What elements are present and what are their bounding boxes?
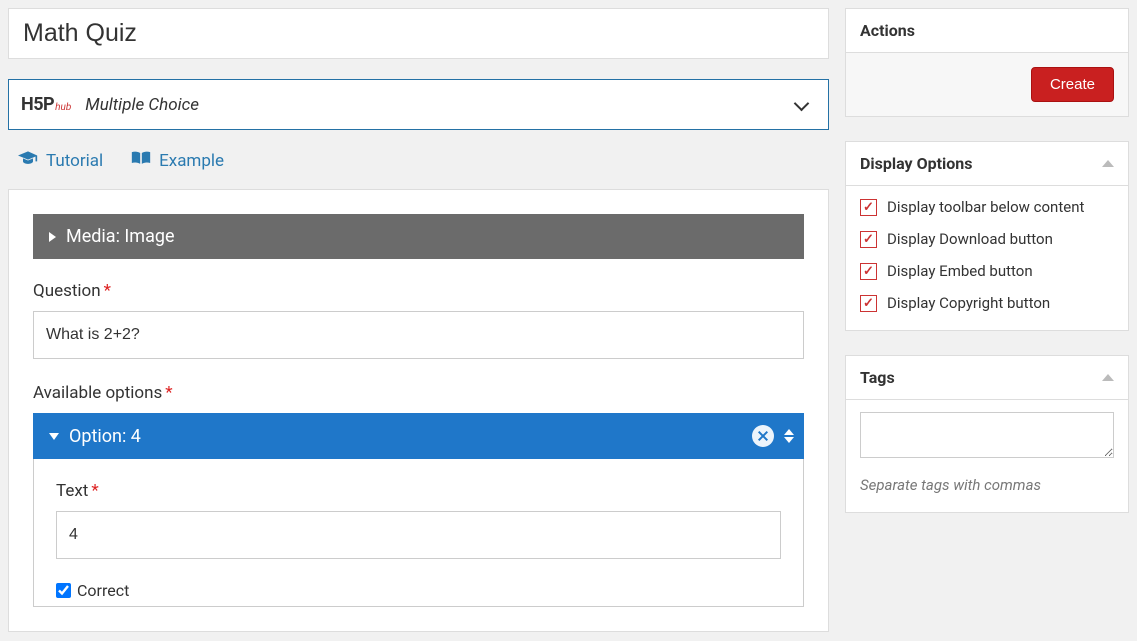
correct-checkbox-row[interactable]: Correct [56,581,781,600]
actions-title: Actions [846,9,1128,53]
required-asterisk: * [104,281,111,301]
content-type-selector[interactable]: H5Phub Multiple Choice [8,79,829,130]
actions-body: Create [846,53,1128,116]
display-options-box: Display Options Display toolbar below co… [845,141,1129,331]
display-option-toolbar[interactable]: Display toolbar below content [860,198,1114,216]
required-asterisk: * [91,481,98,501]
checkbox-icon [860,231,877,248]
caret-down-icon [49,433,59,440]
h5p-hub-logo: H5Phub [21,94,71,115]
display-option-label: Display toolbar below content [887,198,1084,216]
required-asterisk: * [165,383,172,403]
question-label: Question* [33,281,804,301]
tutorial-link[interactable]: Tutorial [18,150,103,171]
example-label: Example [159,151,224,171]
option-body: Text* Correct [33,459,804,607]
collapse-up-icon [1102,160,1114,167]
content-title-input[interactable] [9,9,828,58]
example-link[interactable]: Example [131,150,224,171]
available-options-label: Available options* [33,383,804,403]
caret-right-icon [49,232,56,242]
create-button[interactable]: Create [1031,67,1114,102]
order-arrows [784,429,794,443]
display-option-label: Display Download button [887,230,1053,248]
display-options-body: Display toolbar below content Display Do… [846,186,1128,330]
option-header[interactable]: Option: 4 [33,413,804,459]
option-text-label: Text* [56,481,781,501]
graduation-cap-icon [18,150,38,171]
chevron-down-icon [792,96,810,114]
title-panel [8,8,829,59]
help-links-row: Tutorial Example [18,150,829,171]
checkbox-icon [860,295,877,312]
move-down-button[interactable] [784,437,794,443]
option-title-label: Option: 4 [69,426,752,447]
book-icon [131,150,151,171]
display-option-embed[interactable]: Display Embed button [860,262,1114,280]
tags-hint: Separate tags with commas [860,476,1114,494]
correct-checkbox[interactable] [56,583,71,598]
tutorial-label: Tutorial [46,151,103,171]
option-text-input[interactable] [56,511,781,559]
collapse-up-icon [1102,374,1114,381]
display-option-download[interactable]: Display Download button [860,230,1114,248]
display-option-copyright[interactable]: Display Copyright button [860,294,1114,312]
tags-title[interactable]: Tags [846,356,1128,400]
display-option-label: Display Copyright button [887,294,1050,312]
tags-input[interactable] [860,412,1114,458]
tags-box: Tags Separate tags with commas [845,355,1129,513]
editor-panel: Media: Image Question* Available options… [8,189,829,632]
display-options-title[interactable]: Display Options [846,142,1128,186]
display-option-label: Display Embed button [887,262,1033,280]
tags-body: Separate tags with commas [846,400,1128,512]
media-section-label: Media: Image [66,226,175,247]
selected-type-label: Multiple Choice [85,95,792,115]
checkbox-icon [860,199,877,216]
remove-option-button[interactable] [752,425,774,447]
close-icon [757,430,769,442]
correct-label: Correct [77,581,129,600]
move-up-button[interactable] [784,429,794,435]
checkbox-icon [860,263,877,280]
question-input[interactable] [33,311,804,359]
actions-box: Actions Create [845,8,1129,117]
media-section-header[interactable]: Media: Image [33,214,804,259]
display-options-list: Display toolbar below content Display Do… [860,198,1114,312]
